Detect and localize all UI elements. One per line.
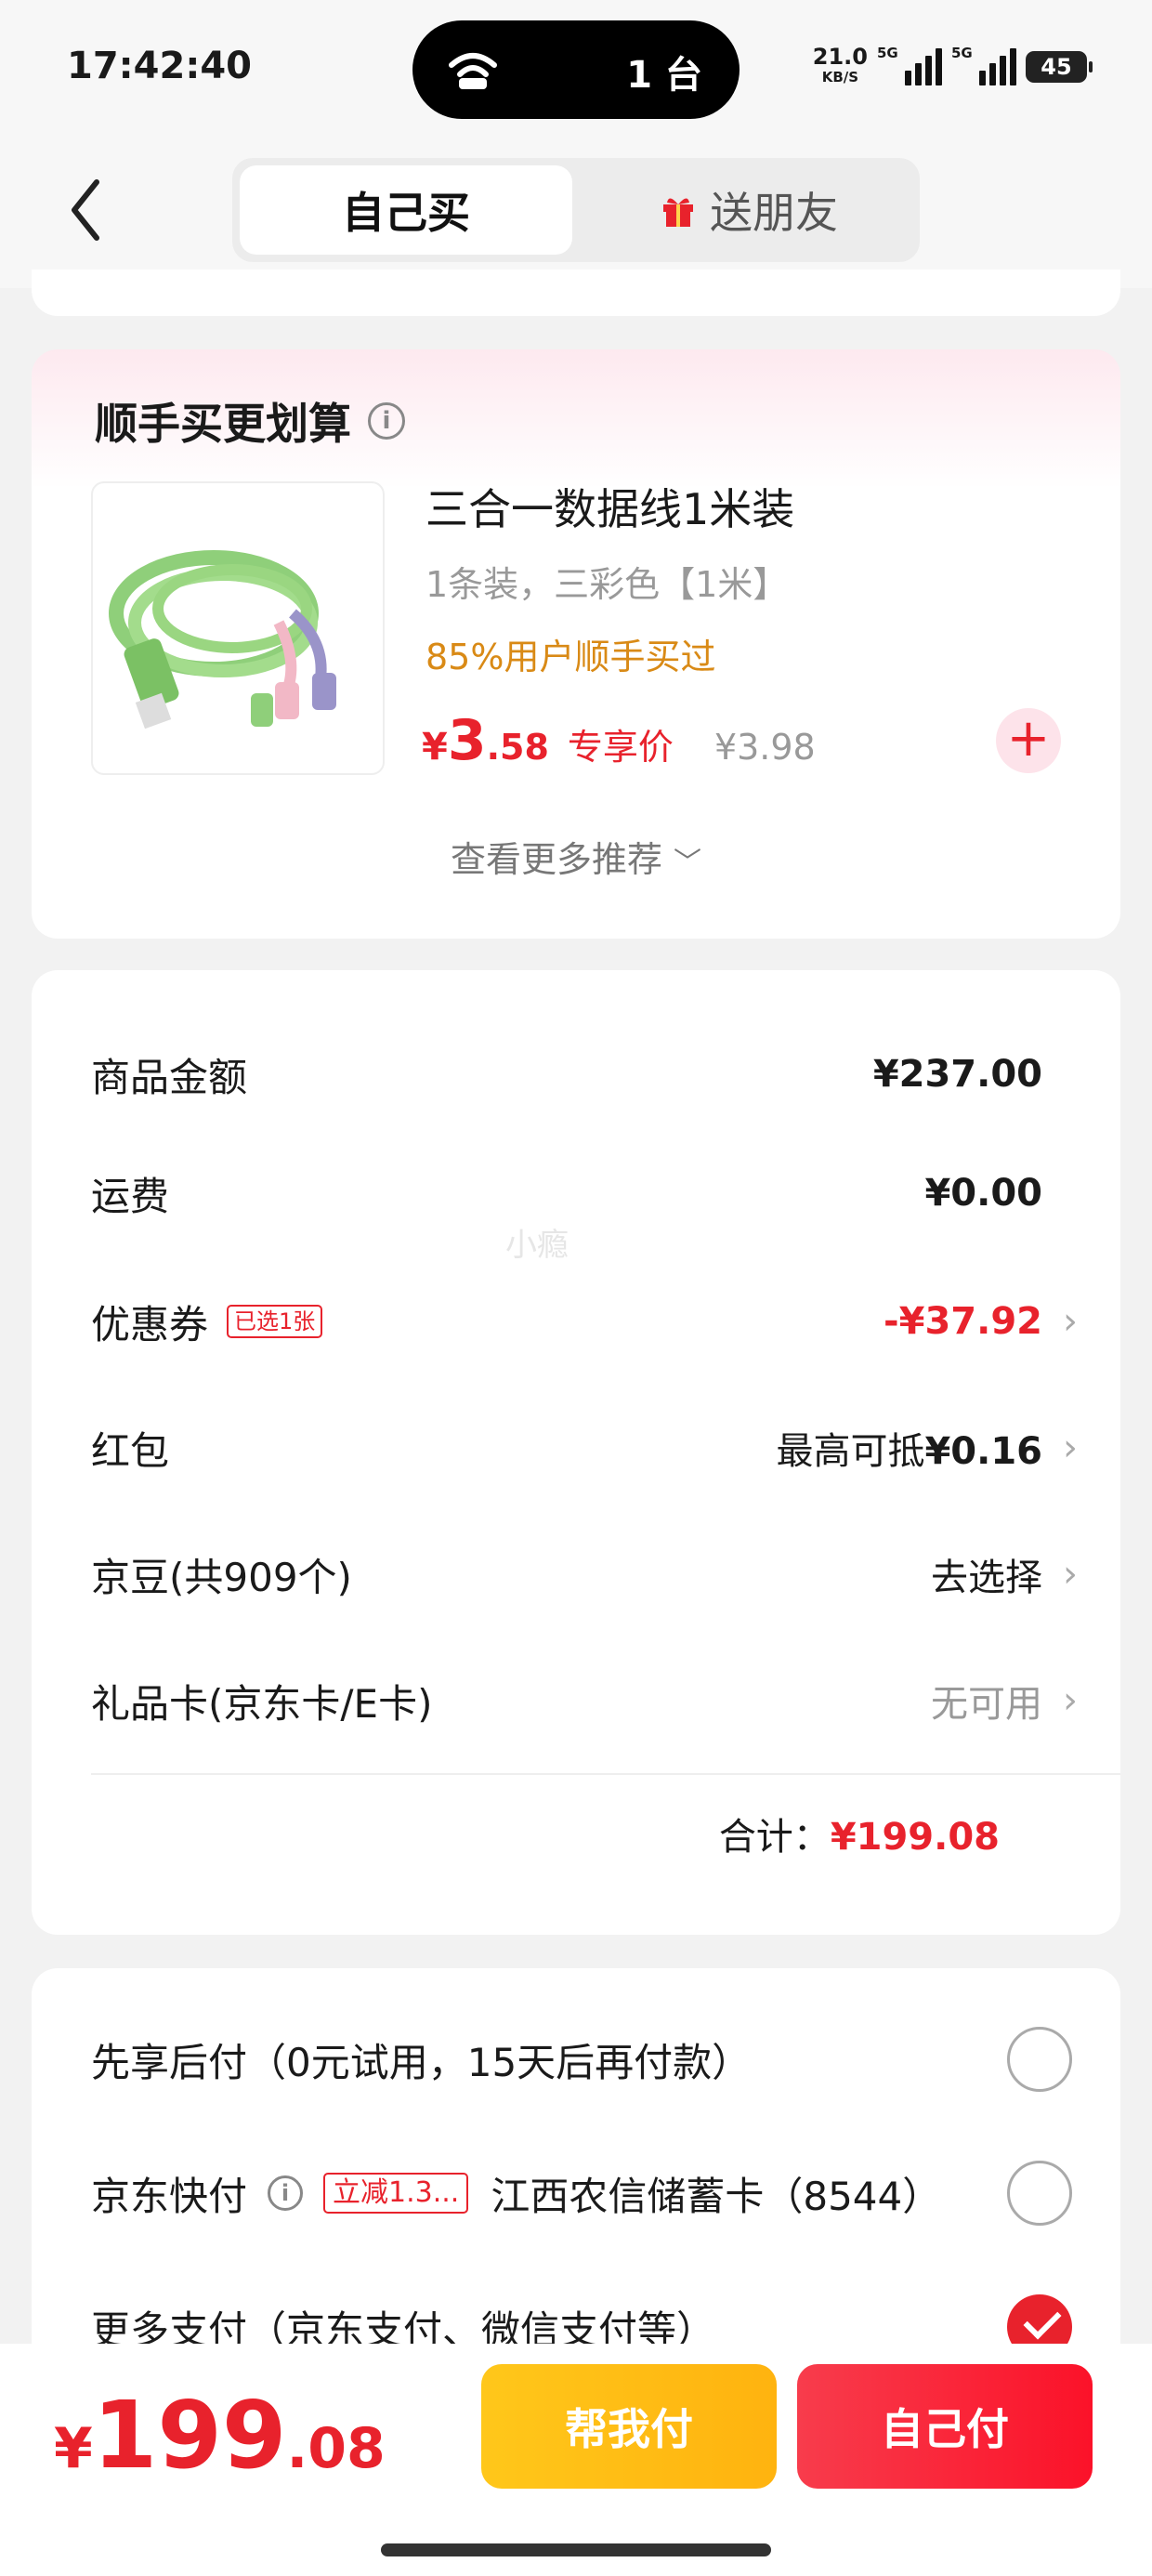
radio-button[interactable] <box>1007 2027 1072 2092</box>
tab-buy-self[interactable]: 自己买 <box>240 165 572 255</box>
product-image[interactable] <box>91 481 385 775</box>
back-arrow-icon[interactable] <box>61 173 110 247</box>
summary-row-red-packet[interactable]: 红包 最高可抵¥0.16 › <box>91 1411 1094 1485</box>
info-icon[interactable]: i <box>268 2175 304 2211</box>
pay-myself-button[interactable]: 自己付 <box>797 2364 1093 2489</box>
summary-row-coupon[interactable]: 优惠券 已选1张 -¥37.92 › <box>91 1284 1094 1359</box>
tab-send-friend[interactable]: 送朋友 <box>585 165 912 255</box>
tab-send-friend-label: 送朋友 <box>710 188 838 238</box>
chevron-right-icon: › <box>1063 1679 1078 1722</box>
purchase-mode-tabs: 自己买 送朋友 <box>232 158 920 262</box>
radio-button[interactable] <box>1007 2161 1072 2226</box>
payment-option-pay-later[interactable]: 先享后付（0元试用，15天后再付款） <box>91 2022 1094 2096</box>
data-cable-image <box>109 550 336 729</box>
dynamic-island[interactable]: 1 台 <box>412 20 740 119</box>
recommend-title: 顺手买更划算 i <box>95 390 405 452</box>
bottom-checkout-bar: ¥ 199 .08 帮我付 自己付 <box>0 2344 1152 2576</box>
product-name[interactable]: 三合一数据线1米装 <box>425 476 794 537</box>
gift-icon <box>663 198 693 227</box>
tab-buy-self-label: 自己买 <box>342 188 470 238</box>
hotspot-device-count: 1 台 <box>626 54 702 97</box>
summary-row-goods-amount: 商品金额 ¥237.00 <box>91 1053 1042 1100</box>
recommend-card: 顺手买更划算 i 三合一数据线1米装 1条装，三彩色【1米】 85%用户顺手买过… <box>32 349 1120 939</box>
chevron-right-icon: › <box>1063 1426 1078 1469</box>
promo-badge: 立减1.3... <box>323 2173 469 2214</box>
info-icon[interactable]: i <box>368 402 405 440</box>
product-social-proof: 85%用户顺手买过 <box>425 637 716 677</box>
chevron-down-icon: ﹀ <box>674 847 702 879</box>
hotspot-icon <box>449 53 497 89</box>
summary-row-gift-card[interactable]: 礼品卡(京东卡/E卡) 无可用 › <box>91 1663 1094 1738</box>
summary-row-shipping: 运费 ¥0.00 <box>91 1172 1042 1219</box>
chevron-right-icon: › <box>1063 1553 1078 1596</box>
checkout-total: ¥ 199 .08 <box>54 2381 386 2490</box>
summary-total: 合计：¥199.08 <box>718 1816 1000 1859</box>
bank-card-label: 江西农信储蓄卡（8544） <box>491 2173 942 2219</box>
more-recommendations-link[interactable]: 查看更多推荐 ﹀ <box>32 831 1120 882</box>
network-speed: 21.0 KB/S <box>812 44 868 85</box>
product-price: ¥ 3 .58 专享价 ¥3.98 <box>422 708 816 773</box>
battery-icon: 45 <box>1026 51 1093 83</box>
header: 自己买 送朋友 <box>0 139 1152 288</box>
order-summary-card: 小瘾 商品金额 ¥237.00 运费 ¥0.00 优惠券 已选1张 -¥37.9… <box>32 970 1120 1935</box>
product-spec: 1条装，三彩色【1米】 <box>425 564 789 605</box>
home-indicator[interactable] <box>381 2543 771 2556</box>
original-price: ¥3.98 <box>713 727 816 768</box>
price-tag: 专享价 <box>567 727 674 768</box>
help-me-pay-button[interactable]: 帮我付 <box>481 2364 777 2489</box>
status-time: 17:42:40 <box>67 45 252 87</box>
status-bar: 17:42:40 1 台 21.0 KB/S 5G 5G 45 <box>0 0 1152 139</box>
previous-card-edge <box>32 269 1120 316</box>
summary-row-jd-beans[interactable]: 京豆(共909个) 去选择 › <box>91 1537 1094 1611</box>
divider <box>91 1773 1120 1775</box>
payment-option-jd-quickpay[interactable]: 京东快付 i 立减1.3... 江西农信储蓄卡（8544） <box>91 2156 1094 2230</box>
signal-sim2-icon: 5G <box>951 45 1016 85</box>
add-to-order-button[interactable]: + <box>996 708 1061 773</box>
signal-sim1-icon: 5G <box>877 45 942 85</box>
coupon-selected-badge: 已选1张 <box>227 1305 323 1338</box>
chevron-right-icon: › <box>1063 1300 1078 1343</box>
status-indicators: 21.0 KB/S 5G 5G 45 <box>812 44 1093 89</box>
